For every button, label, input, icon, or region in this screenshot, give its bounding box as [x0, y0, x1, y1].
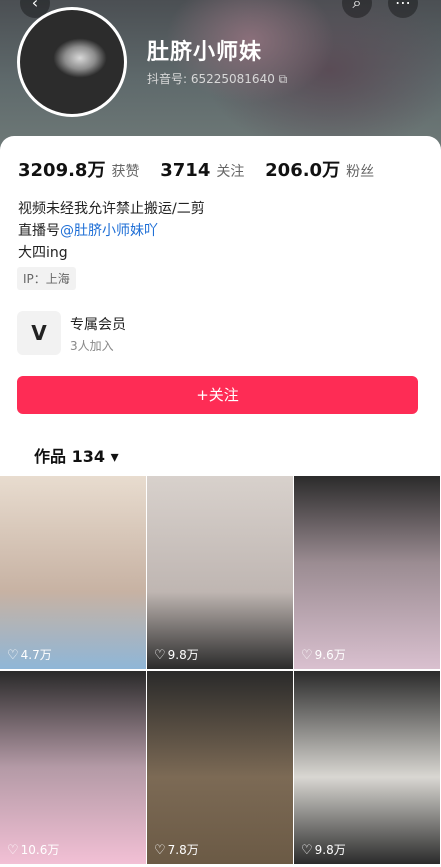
- follow-button[interactable]: +关注: [17, 376, 418, 414]
- membership-icon[interactable]: V: [17, 311, 61, 355]
- bio-line-1: 视频未经我允许禁止搬运/二剪: [18, 201, 205, 217]
- video-thumbnail: [0, 476, 146, 669]
- profile-header: ‹ ⌕ ⋯ 肚脐小师妹 抖音号: 65225081640 ⧉: [0, 0, 441, 150]
- heart-icon: ♡: [7, 648, 19, 663]
- video-likes: ♡ 10.6万: [7, 843, 60, 858]
- video-tile[interactable]: ♡ 4.7万: [0, 476, 146, 669]
- profile-name: 肚脐小师妹: [147, 40, 263, 65]
- heart-icon: ♡: [154, 648, 166, 663]
- video-tile[interactable]: ♡ 9.8万: [294, 671, 440, 864]
- video-thumbnail: [147, 671, 293, 864]
- heart-icon: ♡: [301, 648, 313, 663]
- video-tile[interactable]: ♡ 9.6万: [294, 476, 440, 669]
- ip-badge: IP：上海: [17, 267, 76, 290]
- video-thumbnail: [294, 476, 440, 669]
- heart-icon: ♡: [154, 843, 166, 858]
- video-likes: ♡ 9.6万: [301, 648, 346, 663]
- likes-label: 获赞: [111, 164, 140, 180]
- video-thumbnail: [0, 671, 146, 864]
- video-thumbnail: [294, 671, 440, 864]
- heart-icon: ♡: [301, 843, 313, 858]
- likes-count: 3209.8万: [18, 160, 106, 181]
- live-account-link[interactable]: @肚脐小师妹吖: [60, 223, 158, 239]
- heart-icon: ♡: [7, 843, 19, 858]
- video-likes: ♡ 9.8万: [301, 843, 346, 858]
- membership-subtitle: 3人加入: [70, 339, 114, 353]
- bio: 视频未经我允许禁止搬运/二剪 直播号@肚脐小师妹吖 大四ing: [18, 198, 205, 264]
- more-icon[interactable]: ⋯: [388, 0, 418, 18]
- video-likes: ♡ 7.8万: [154, 843, 199, 858]
- works-tab[interactable]: 作品 134 ▾: [34, 443, 119, 467]
- bio-line-2: 直播号@肚脐小师妹吖: [18, 220, 205, 242]
- search-icon[interactable]: ⌕: [342, 0, 372, 18]
- bio-line-2-prefix: 直播号: [18, 223, 60, 239]
- works-tab-label: 作品 134: [34, 447, 105, 466]
- video-thumbnail: [147, 476, 293, 669]
- video-tile[interactable]: ♡ 10.6万: [0, 671, 146, 864]
- bio-line-3: 大四ing: [18, 245, 68, 261]
- chevron-down-icon: ▾: [110, 447, 119, 466]
- video-likes: ♡ 9.8万: [154, 648, 199, 663]
- video-likes: ♡ 4.7万: [7, 648, 52, 663]
- following-count[interactable]: 3714: [160, 160, 210, 181]
- video-tile[interactable]: ♡ 9.8万: [147, 476, 293, 669]
- avatar[interactable]: [17, 7, 127, 117]
- followers-count[interactable]: 206.0万: [265, 160, 340, 181]
- following-label[interactable]: 关注: [216, 164, 244, 180]
- profile-card: 3209.8万 获赞 3714 关注 206.0万 粉丝 视频未经我允许禁止搬运/二剪…: [0, 136, 441, 867]
- followers-label[interactable]: 粉丝: [346, 164, 374, 180]
- avatar-image: [20, 10, 124, 114]
- stats-row: 3209.8万 获赞 3714 关注 206.0万 粉丝: [18, 156, 390, 182]
- video-tile[interactable]: ♡ 7.8万: [147, 671, 293, 864]
- profile-uid[interactable]: 抖音号: 65225081640 ⧉: [147, 70, 287, 87]
- membership-title[interactable]: 专属会员: [70, 314, 126, 334]
